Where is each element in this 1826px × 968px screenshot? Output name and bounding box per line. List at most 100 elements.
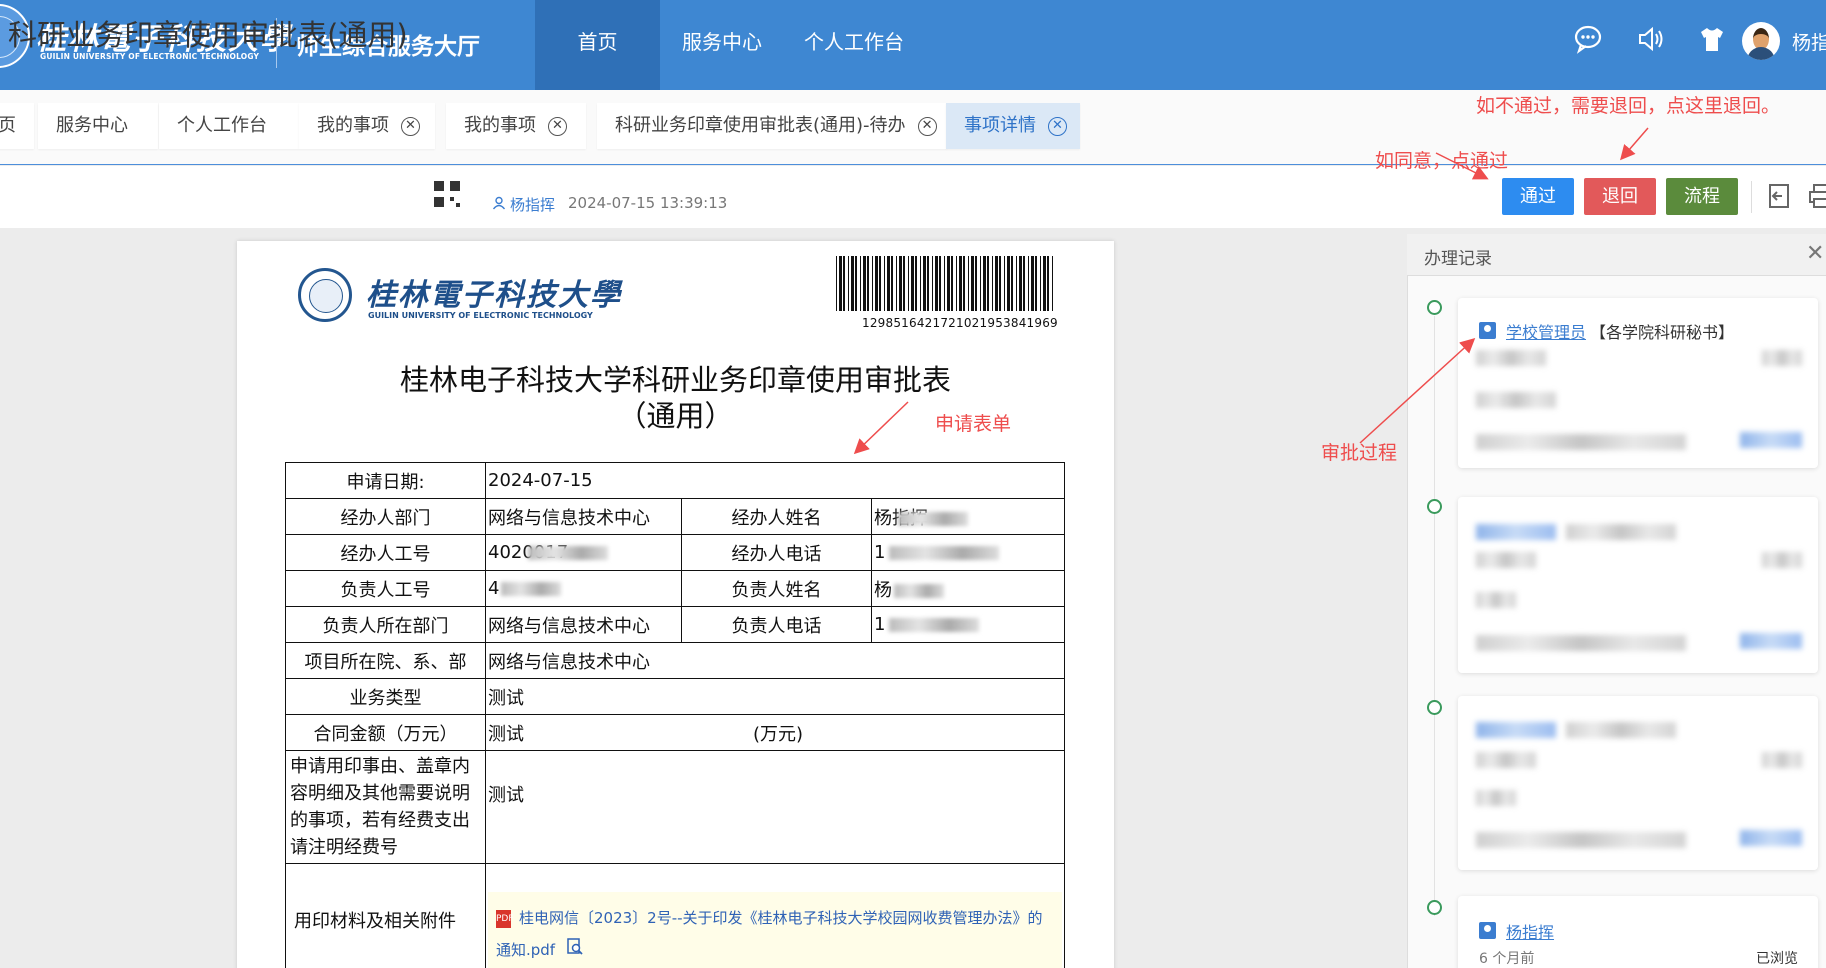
user-avatar[interactable] [1742, 22, 1780, 60]
redacted-block [1476, 592, 1516, 608]
redacted-block [1476, 392, 1556, 408]
tab-service-center[interactable]: 服务中心 [38, 103, 158, 149]
redacted-block [1476, 635, 1686, 651]
tab-personal-workbench[interactable]: 个人工作台 [159, 103, 299, 149]
barcode-bar [975, 256, 977, 311]
flow-button[interactable]: 流程 [1666, 178, 1738, 215]
table-row: 经办人工号 4020017 经办人电话 1 [285, 534, 1065, 571]
attachments-cell: PDF 桂电网信〔2023〕2号--关于印发《桂林电子科技大学校园网收费管理办法》… [485, 863, 1065, 968]
nav-personal-workbench[interactable]: 个人工作台 [796, 0, 912, 90]
redacted-block [898, 511, 968, 526]
nav-home[interactable]: 首页 [535, 0, 660, 90]
barcode-bar [968, 256, 969, 311]
tab-seal-approval-todo[interactable]: 科研业务印章使用审批表(通用)-待办 ✕ [597, 103, 947, 149]
redacted-block [1476, 524, 1556, 540]
barcode-bar [959, 256, 962, 311]
handler-name-label: 经办人姓名 [681, 498, 872, 535]
record-panel-title: 办理记录 [1424, 249, 1492, 269]
barcode-bar [836, 256, 837, 311]
tab-item-detail[interactable]: 事项详情 ✕ [946, 103, 1080, 149]
barcode-icon [836, 256, 1053, 311]
table-row: 业务类型 测试 [285, 678, 1065, 715]
barcode-bar [1028, 256, 1029, 311]
record-user-name[interactable]: 杨指挥 [1506, 919, 1554, 943]
back-icon[interactable] [1766, 182, 1792, 210]
handler-id-cell: 4020017 [485, 534, 682, 571]
table-row: 项目所在院、系、部 网络与信息技术中心 [285, 642, 1065, 679]
close-icon[interactable]: ✕ [917, 116, 937, 136]
attachment-item[interactable]: PDF 桂电网信〔2023〕2号--关于印发《桂林电子科技大学校园网收费管理办法》… [488, 892, 1062, 968]
close-icon[interactable]: ✕ [1806, 241, 1824, 266]
leader-name-cell: 杨 [871, 570, 1065, 607]
handler-phone-value: 1 [874, 542, 886, 563]
pdf-icon: PDF [496, 909, 514, 928]
redacted-block [1476, 552, 1536, 568]
record-user-role: 【各学院科研秘书】 [1590, 323, 1735, 342]
approve-button[interactable]: 通过 [1502, 178, 1574, 215]
toolbar-divider [1751, 181, 1752, 213]
barcode-bar [896, 256, 897, 311]
record-status: 已浏览 [1756, 951, 1798, 967]
biz-type-label: 业务类型 [285, 678, 486, 715]
table-row: 负责人工号 4 负责人姓名 杨 [285, 570, 1065, 607]
table-row: 负责人所在部门 网络与信息技术中心 负责人电话 1 [285, 606, 1065, 643]
handler-phone-cell: 1 [871, 534, 1065, 571]
close-icon[interactable]: ✕ [1048, 116, 1067, 136]
barcode-bar [891, 256, 893, 311]
tab-my-items-2[interactable]: 我的事项 ✕ [446, 103, 586, 149]
tab-label: 页 [0, 115, 16, 136]
document-logo-english: GUILIN UNIVERSITY OF ELECTRONIC TECHNOLO… [368, 311, 593, 320]
return-button[interactable]: 退回 [1584, 178, 1656, 215]
tab-label: 我的事项 [464, 115, 536, 136]
close-icon[interactable]: ✕ [548, 116, 567, 136]
tab-my-items-1[interactable]: 我的事项 ✕ [299, 103, 435, 149]
barcode-bar [944, 256, 945, 311]
timeline-line [1434, 316, 1435, 916]
tab-label: 服务中心 [56, 115, 128, 136]
reason-value: 测试 [485, 750, 1065, 864]
created-time: 2024-07-15 13:39:13 [568, 194, 728, 212]
tab-home[interactable]: 页 [0, 103, 34, 149]
barcode-bar [992, 256, 993, 311]
close-icon[interactable]: ✕ [401, 116, 420, 136]
print-icon[interactable] [1808, 182, 1826, 210]
barcode-bar [1052, 256, 1053, 311]
user-outline-icon [492, 196, 506, 214]
barcode-bar [860, 256, 861, 311]
user-name[interactable]: 杨指挥 [1792, 28, 1826, 55]
chat-icon[interactable] [1572, 24, 1604, 56]
redacted-block [1740, 633, 1802, 649]
tab-label: 事项详情 [964, 115, 1036, 136]
project-dept-value: 网络与信息技术中心 [485, 642, 1065, 679]
redacted-block [1762, 350, 1802, 366]
preview-icon[interactable] [566, 935, 584, 967]
amount-cell: 测试 (万元) [485, 714, 1065, 751]
amount-label: 合同金额（万元） [285, 714, 486, 751]
biz-type-value: 测试 [485, 678, 1065, 715]
shirt-icon[interactable] [1696, 24, 1728, 56]
barcode-bar [855, 256, 857, 311]
page-title: 科研业务印章使用审批表(通用) [8, 18, 408, 52]
redacted-block [1762, 552, 1802, 568]
barcode-bar [987, 256, 989, 311]
sound-icon[interactable] [1634, 24, 1666, 56]
leader-dept-value: 网络与信息技术中心 [485, 606, 682, 643]
barcode-bar [911, 256, 914, 311]
record-user-name[interactable]: 学校管理员 [1506, 319, 1586, 343]
record-time: 6 个月前 [1479, 951, 1535, 967]
barcode-bar [1035, 256, 1037, 311]
barcode-bar [1047, 256, 1049, 311]
document-logo-text: 桂林電子科技大學 [366, 278, 622, 313]
barcode-bar [872, 256, 873, 311]
annotation-return-hint: 如不通过，需要退回，点这里退回。 [1476, 95, 1781, 117]
handler-name-cell: 杨指挥 [871, 498, 1065, 535]
redacted-block [528, 546, 609, 560]
creator-name[interactable]: 杨指挥 [510, 194, 555, 215]
leader-id-label: 负责人工号 [285, 570, 486, 607]
handler-id-label: 经办人工号 [285, 534, 486, 571]
leader-phone-label: 负责人电话 [681, 606, 872, 643]
qr-code-icon[interactable] [434, 181, 460, 207]
nav-service-center[interactable]: 服务中心 [672, 0, 772, 90]
barcode-bar [1016, 256, 1017, 311]
barcode-bar [863, 256, 866, 311]
